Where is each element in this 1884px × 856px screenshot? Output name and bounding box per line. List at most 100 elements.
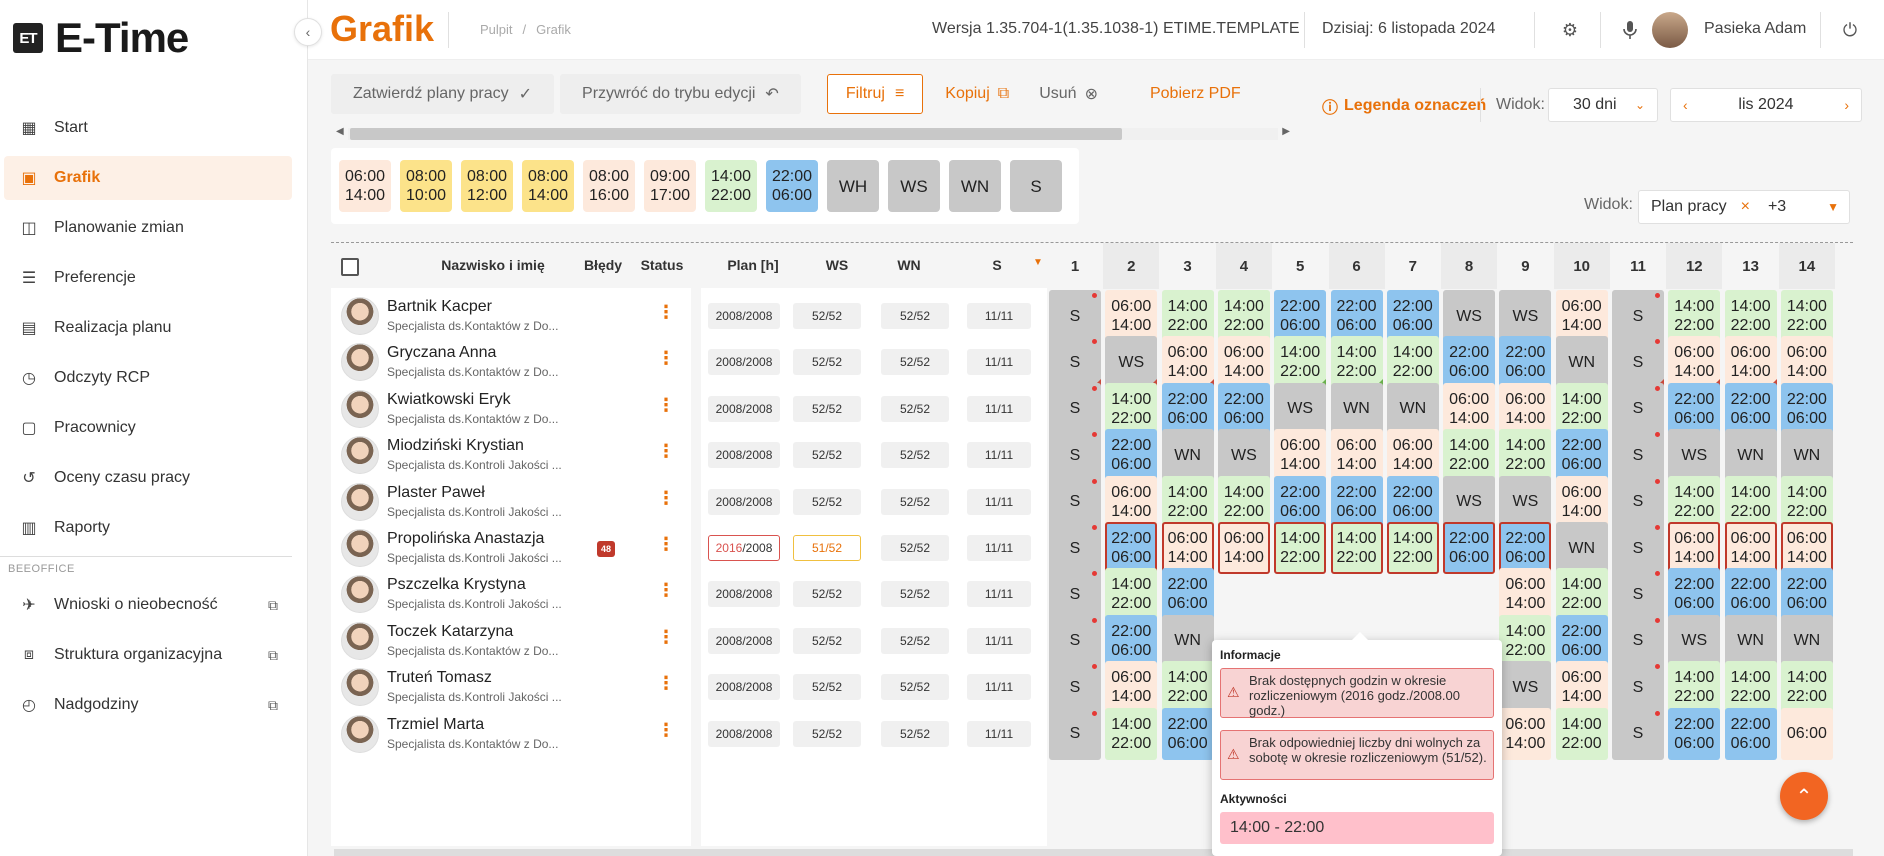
approve-plans-button[interactable]: Zatwierdź plany pracy ✓ (331, 74, 555, 114)
employee-name[interactable]: Propolińska Anastazja (387, 530, 544, 548)
palette-chip[interactable]: 14:00 22:00 (705, 160, 757, 212)
shift-cell[interactable]: 22:00 06:00 (1161, 707, 1214, 760)
palette-chip[interactable]: 08:00 10:00 (400, 160, 452, 212)
day-header[interactable]: 7 (1385, 243, 1441, 289)
prev-month-chevron-icon[interactable]: ‹ (1683, 97, 1688, 113)
row-menu-icon[interactable]: ⋮ (657, 580, 675, 601)
app-logo[interactable]: ET E-Time (13, 14, 189, 61)
header-name[interactable]: Nazwisko i imię (413, 257, 573, 273)
sidebar-external-1[interactable]: ⧈ Struktura organizacyjna ⧉ (4, 633, 292, 677)
palette-chip[interactable]: 08:00 14:00 (522, 160, 574, 212)
sidebar-item-planowanie-zmian[interactable]: ◫ Planowanie zmian (4, 206, 292, 250)
user-name[interactable]: Pasieka Adam (1704, 20, 1806, 38)
sidebar-item-pracownicy[interactable]: ▢ Pracownicy (4, 406, 292, 450)
day-header[interactable]: 2 (1103, 243, 1160, 289)
day-header[interactable]: 14 (1778, 243, 1835, 289)
palette-chip[interactable]: 08:00 12:00 (461, 160, 513, 212)
employee-name[interactable]: Gryczana Anna (387, 344, 496, 362)
collapse-sidebar-button[interactable]: ‹ (294, 18, 322, 46)
day-header[interactable]: 5 (1272, 243, 1328, 289)
day-header[interactable]: 4 (1215, 243, 1272, 289)
breadcrumb-home[interactable]: Pulpit (480, 22, 513, 37)
day-header[interactable]: 9 (1497, 243, 1553, 289)
day-header[interactable]: 12 (1666, 243, 1723, 289)
employee-name[interactable]: Miodziński Krystian (387, 437, 524, 455)
sidebar-external-0[interactable]: ✈ Wnioski o nieobecność ⧉ (4, 583, 292, 627)
scroll-thumb[interactable] (350, 128, 1122, 140)
power-logout-icon[interactable]: ⏻ (1838, 18, 1862, 42)
palette-chip[interactable]: WH (827, 160, 879, 212)
row-menu-icon[interactable]: ⋮ (657, 348, 675, 369)
row-menu-icon[interactable]: ⋮ (657, 720, 675, 741)
activity-item[interactable]: 14:00 - 22:00 (1220, 812, 1494, 844)
filter-button[interactable]: Filtruj ≡ (826, 74, 924, 114)
employee-name[interactable]: Bartnik Kacper (387, 298, 492, 316)
header-s[interactable]: S (967, 257, 1027, 273)
sidebar-item-raporty[interactable]: ▥ Raporty (4, 506, 292, 550)
shift-cell[interactable]: S (1612, 707, 1664, 760)
day-header[interactable]: 10 (1553, 243, 1610, 289)
palette-chip[interactable]: S (1010, 160, 1062, 212)
sort-desc-icon[interactable]: ▼ (1031, 257, 1045, 268)
remove-chip-icon[interactable]: × (1741, 198, 1750, 216)
shift-cell[interactable]: 22:00 06:00 (1668, 707, 1721, 760)
select-all-checkbox[interactable] (341, 258, 359, 276)
legend-link[interactable]: ⓘ Legenda oznaczeń (1322, 94, 1486, 118)
day-header[interactable]: 3 (1160, 243, 1216, 289)
employee-name[interactable]: Plaster Paweł (387, 484, 485, 502)
day-header[interactable]: 8 (1441, 243, 1498, 289)
row-menu-icon[interactable]: ⋮ (657, 488, 675, 509)
sidebar-item-grafik[interactable]: ▣ Grafik (4, 156, 292, 200)
palette-chip[interactable]: WS (888, 160, 940, 212)
view-range-select[interactable]: 30 dni ⌄ (1548, 88, 1658, 122)
sidebar-item-preferencje[interactable]: ☰ Preferencje (4, 256, 292, 300)
palette-chip[interactable]: 08:00 16:00 (583, 160, 635, 212)
shift-cell[interactable]: 06:00 14:00 (1499, 707, 1552, 760)
row-menu-icon[interactable]: ⋮ (657, 627, 675, 648)
download-pdf-button[interactable]: Pobierz PDF (1150, 85, 1241, 103)
header-plan[interactable]: Plan [h] (713, 257, 793, 273)
sidebar-external-2[interactable]: ◴ Nadgodziny ⧉ (4, 683, 292, 727)
sidebar-item-realizacja-planu[interactable]: ▤ Realizacja planu (4, 306, 292, 350)
day-header[interactable]: 6 (1328, 243, 1385, 289)
palette-horizontal-scrollbar[interactable]: ◀ ▶ (334, 124, 1292, 142)
day-header[interactable]: 1 (1047, 243, 1103, 289)
scroll-to-top-button[interactable]: ⌃ (1780, 772, 1828, 820)
microphone-icon[interactable] (1618, 18, 1642, 42)
header-wn[interactable]: WN (879, 257, 939, 273)
scroll-left-icon[interactable]: ◀ (336, 126, 344, 137)
shift-cell[interactable]: 14:00 22:00 (1555, 707, 1608, 760)
palette-chip[interactable]: 22:00 06:00 (766, 160, 818, 212)
row-menu-icon[interactable]: ⋮ (657, 673, 675, 694)
shift-cell[interactable]: 14:00 22:00 (1105, 707, 1158, 760)
shift-cell[interactable]: S (1049, 707, 1101, 760)
employee-name[interactable]: Trzmiel Marta (387, 716, 484, 734)
palette-chip[interactable]: 09:00 17:00 (644, 160, 696, 212)
error-count-badge[interactable]: 48 (597, 541, 615, 557)
row-menu-icon[interactable]: ⋮ (657, 302, 675, 323)
settings-gear-icon[interactable]: ⚙ (1558, 18, 1582, 42)
header-status[interactable]: Status (637, 257, 687, 273)
employee-name[interactable]: Toczek Katarzyna (387, 623, 513, 641)
sidebar-item-oceny-czasu-pracy[interactable]: ↺ Oceny czasu pracy (4, 456, 292, 500)
employee-name[interactable]: Pszczelka Krystyna (387, 576, 526, 594)
row-menu-icon[interactable]: ⋮ (657, 395, 675, 416)
employee-name[interactable]: Truteń Tomasz (387, 669, 492, 687)
row-menu-icon[interactable]: ⋮ (657, 534, 675, 555)
sidebar-item-start[interactable]: ▦ Start (4, 106, 292, 150)
day-header[interactable]: 13 (1723, 243, 1779, 289)
next-month-chevron-icon[interactable]: › (1844, 97, 1849, 113)
shift-cell[interactable]: 22:00 06:00 (1724, 707, 1777, 760)
grid-horizontal-scrollbar[interactable] (334, 849, 1853, 856)
user-avatar[interactable] (1652, 12, 1688, 48)
header-ws[interactable]: WS (807, 257, 867, 273)
palette-chip[interactable]: WN (949, 160, 1001, 212)
restore-edit-button[interactable]: Przywróć do trybu edycji ↶ (560, 74, 801, 114)
header-errors[interactable]: Błędy (581, 257, 625, 273)
view-layers-select[interactable]: Plan pracy × +3 ▼ (1638, 190, 1850, 224)
row-menu-icon[interactable]: ⋮ (657, 441, 675, 462)
scroll-right-icon[interactable]: ▶ (1282, 126, 1290, 137)
sidebar-item-odczyty-rcp[interactable]: ◷ Odczyty RCP (4, 356, 292, 400)
shift-cell[interactable]: 06:00 (1780, 707, 1833, 760)
day-header[interactable]: 11 (1610, 243, 1666, 289)
